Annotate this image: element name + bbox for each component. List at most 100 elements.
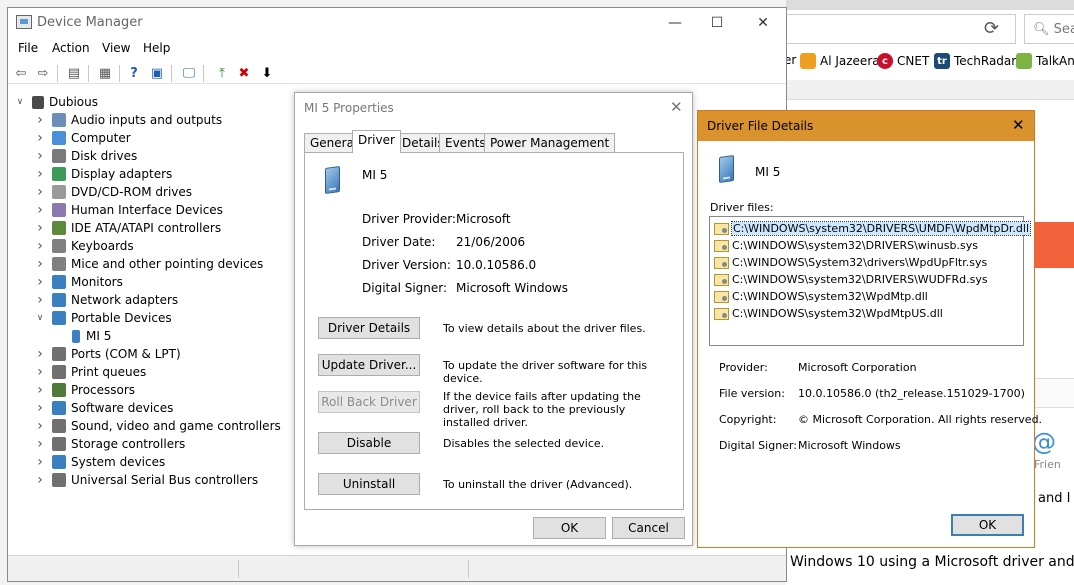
chevron-right-icon[interactable]: › (34, 346, 46, 362)
browser-search-box[interactable]: 🔍︎ Sear (1024, 14, 1074, 44)
tab-driver[interactable]: Driver (352, 130, 401, 153)
chevron-down-icon[interactable]: ∨ (34, 313, 46, 323)
maximize-icon[interactable]: ☐ (695, 10, 739, 36)
device-manager-icon (16, 15, 32, 29)
roll-back-driver-button[interactable]: Roll Back Driver (318, 391, 420, 413)
tree-item-label: Keyboards (71, 239, 134, 253)
chevron-right-icon[interactable]: › (34, 148, 46, 164)
uninstall-button[interactable]: Uninstall (318, 473, 420, 495)
tree-root[interactable]: ∨ Dubious (14, 93, 98, 111)
tree-item[interactable]: › Software devices (34, 399, 173, 417)
chevron-right-icon[interactable]: › (34, 256, 46, 272)
driver-details-button[interactable]: Driver Details (318, 317, 420, 339)
chevron-down-icon[interactable]: ∨ (14, 97, 26, 107)
close-icon[interactable]: ✕ (1012, 116, 1025, 134)
bookmark-talkandroid[interactable]: TalkAnd (1016, 53, 1074, 69)
tree-item[interactable]: › Human Interface Devices (34, 201, 223, 219)
tree-item[interactable]: › System devices (34, 453, 165, 471)
tree-item[interactable]: › Print queues (34, 363, 146, 381)
bookmark-aljazeera[interactable]: Al Jazeera (800, 53, 880, 69)
driver-file-row[interactable]: C:\WINDOWS\system32\WpdMtpUS.dll (714, 305, 943, 322)
tree-item[interactable]: › Monitors (34, 273, 123, 291)
browser-address-bar[interactable] (786, 14, 1016, 44)
close-icon[interactable]: ✕ (741, 10, 785, 36)
tree-item[interactable]: › Sound, video and game controllers (34, 417, 281, 435)
chevron-right-icon[interactable]: › (34, 202, 46, 218)
driver-file-row[interactable]: C:\WINDOWS\system32\DRIVERS\winusb.sys (714, 237, 978, 254)
driver-file-row[interactable]: C:\WINDOWS\System32\drivers\WpdUpFltr.sy… (714, 254, 987, 271)
tree-item[interactable]: ∨ Portable Devices (34, 309, 172, 327)
forward-icon[interactable]: ⇨ (34, 65, 52, 82)
view-icon[interactable]: ▣ (148, 65, 166, 82)
disable-desc: Disables the selected device. (443, 437, 605, 450)
minimize-icon[interactable]: — (653, 10, 697, 36)
menu-action[interactable]: Action (52, 41, 90, 55)
back-icon[interactable]: ⇦ (12, 65, 30, 82)
tree-item[interactable]: › Storage controllers (34, 435, 185, 453)
tab-power-management[interactable]: Power Management (484, 133, 616, 152)
chevron-right-icon[interactable]: › (34, 292, 46, 308)
chevron-right-icon[interactable]: › (34, 184, 46, 200)
chevron-right-icon[interactable]: › (34, 400, 46, 416)
tree-item[interactable]: › Mice and other pointing devices (34, 255, 263, 273)
tree-item[interactable]: › Keyboards (34, 237, 134, 255)
reload-icon[interactable]: ⟳ (984, 18, 999, 39)
chevron-right-icon[interactable]: › (34, 454, 46, 470)
tree-item[interactable]: › Display adapters (34, 165, 172, 183)
status-divider (468, 560, 469, 578)
techradar-icon: tr (934, 53, 950, 69)
email-icon[interactable]: @ (1032, 428, 1056, 456)
menu-file[interactable]: File (18, 41, 38, 55)
chevron-right-icon[interactable]: › (34, 274, 46, 290)
ok-button[interactable]: OK (951, 514, 1024, 536)
bookmark-item[interactable]: er (786, 53, 796, 67)
device-tree: ∨ Dubious › Audio inputs and outputs › Comp… (8, 90, 298, 550)
driver-details-desc: To view details about the driver files. (443, 322, 646, 335)
help-icon[interactable]: ? (125, 65, 143, 82)
storage-icon (52, 437, 66, 451)
driver-file-row[interactable]: C:\WINDOWS\system32\WpdMtp.dll (714, 288, 928, 305)
driver-file-row[interactable]: C:\WINDOWS\system32\DRIVERS\UMDF\WpdMtpD… (714, 220, 1032, 237)
driver-files-list[interactable]: C:\WINDOWS\system32\DRIVERS\UMDF\WpdMtpD… (709, 216, 1032, 346)
ok-button[interactable]: OK (533, 517, 606, 539)
update-driver-button[interactable]: Update Driver... (318, 354, 420, 376)
chevron-right-icon[interactable]: › (34, 220, 46, 236)
menu-view[interactable]: View (102, 41, 130, 55)
scan-hardware-icon[interactable]: 🖵︎ (180, 65, 198, 82)
disable-button[interactable]: Disable (318, 432, 420, 454)
toolbar: ⇦ ⇨ ▤ ▦ ? ▣ 🖵︎ ⤒ ✖ ⬇ (8, 62, 786, 84)
bookmark-cnet[interactable]: c CNET (877, 53, 929, 69)
tree-item[interactable]: › Computer (34, 129, 130, 147)
tree-item[interactable]: MI 5 (52, 327, 111, 345)
chevron-right-icon[interactable]: › (34, 436, 46, 452)
driver-file-row[interactable]: C:\WINDOWS\system32\DRIVERS\WUDFRd.sys (714, 271, 988, 288)
toolbar-separator (57, 65, 58, 82)
tree-item[interactable]: › Audio inputs and outputs (34, 111, 222, 129)
disable-icon[interactable]: ⬇ (258, 65, 276, 82)
menu-help[interactable]: Help (143, 41, 170, 55)
tree-item[interactable]: › Network adapters (34, 291, 178, 309)
cancel-button[interactable]: Cancel (612, 517, 685, 539)
tree-item[interactable]: › IDE ATA/ATAPI controllers (34, 219, 221, 237)
chevron-right-icon[interactable]: › (34, 112, 46, 128)
chevron-right-icon[interactable]: › (34, 364, 46, 380)
chevron-right-icon[interactable]: › (34, 382, 46, 398)
tree-item[interactable]: › Processors (34, 381, 135, 399)
chevron-right-icon[interactable]: › (34, 238, 46, 254)
tree-item[interactable]: › Ports (COM & LPT) (34, 345, 180, 363)
chevron-right-icon[interactable]: › (34, 130, 46, 146)
show-hide-tree-icon[interactable]: ▤ (65, 65, 83, 82)
chevron-right-icon[interactable]: › (34, 166, 46, 182)
device-manager-titlebar[interactable]: Device Manager — ☐ ✕ (8, 8, 786, 38)
close-icon[interactable]: ✕ (670, 98, 683, 116)
tree-item[interactable]: › Disk drives (34, 147, 137, 165)
update-driver-icon[interactable]: ⤒ (213, 65, 231, 82)
bookmark-techradar[interactable]: tr TechRadar (934, 53, 1016, 69)
tree-item[interactable]: › DVD/CD-ROM drives (34, 183, 192, 201)
dialog-titlebar[interactable]: Driver File Details ✕ (698, 111, 1034, 141)
tree-item[interactable]: › Universal Serial Bus controllers (34, 471, 258, 489)
chevron-right-icon[interactable]: › (34, 418, 46, 434)
uninstall-icon[interactable]: ✖ (235, 65, 253, 82)
chevron-right-icon[interactable]: › (34, 472, 46, 488)
properties-icon[interactable]: ▦ (96, 65, 114, 82)
